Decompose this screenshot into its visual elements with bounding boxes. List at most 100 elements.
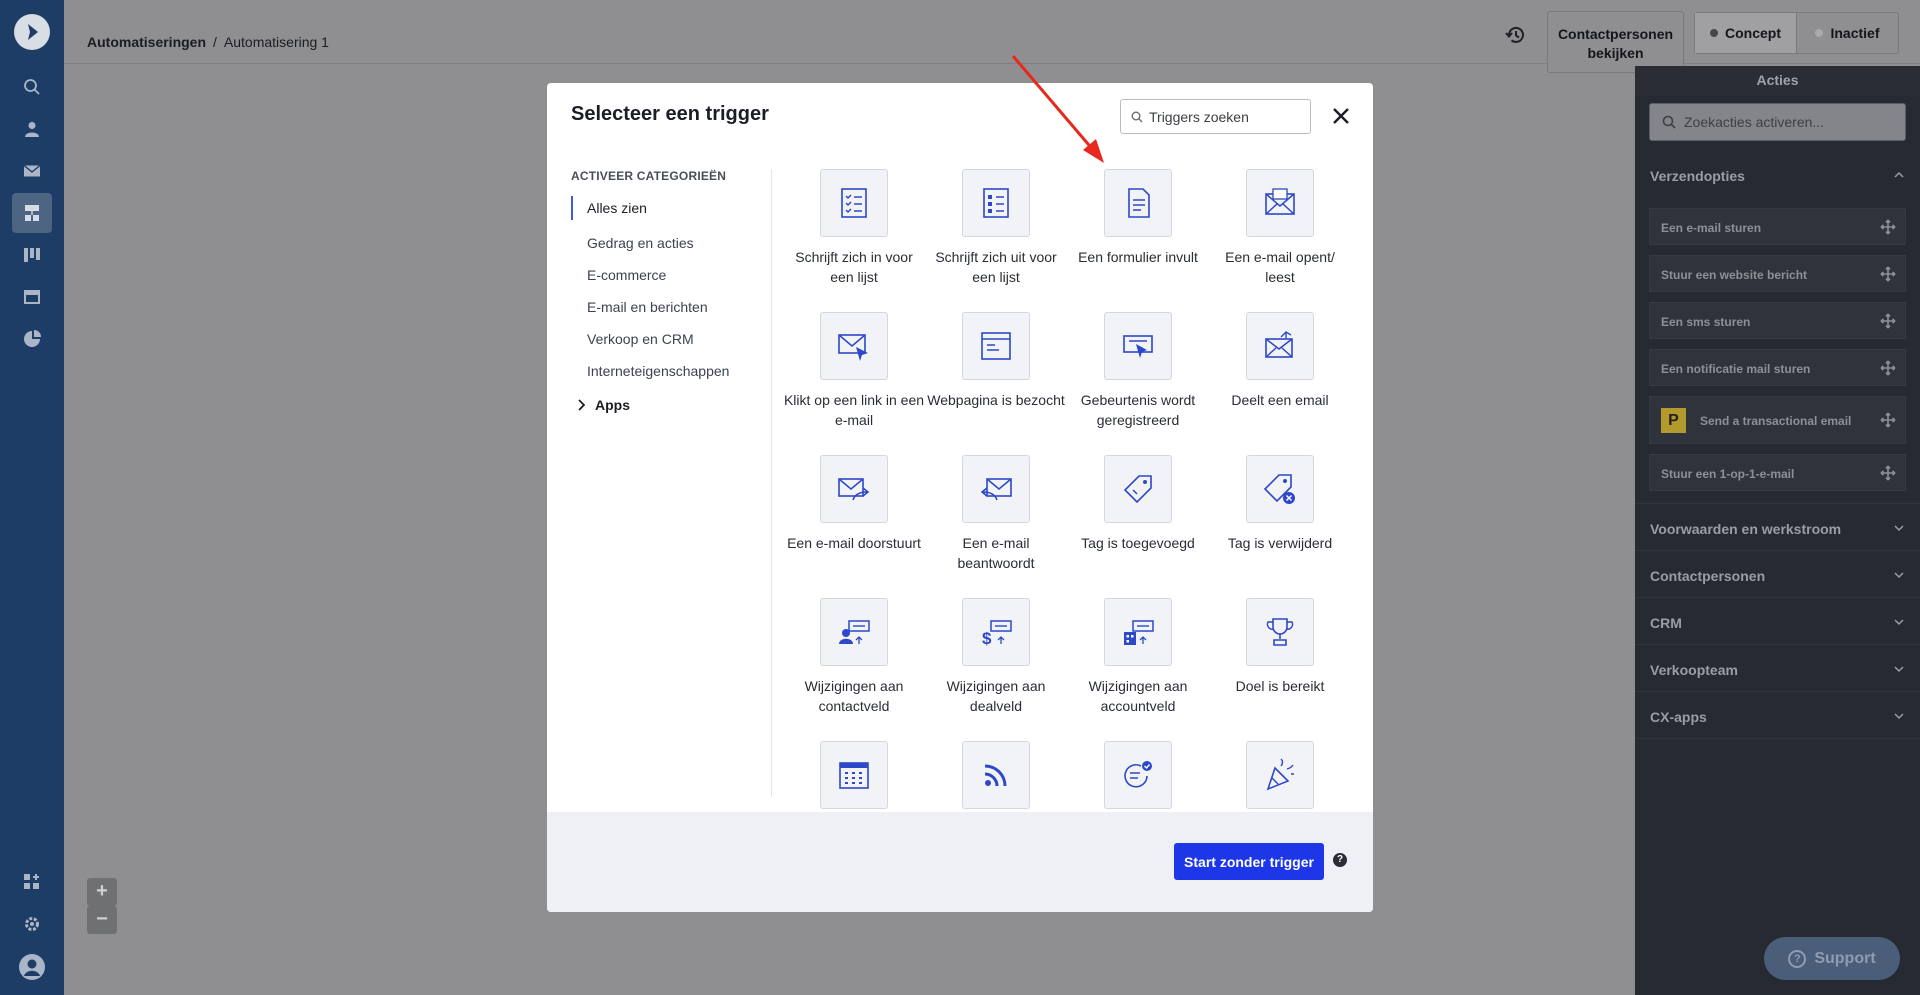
- message-check-icon: [1124, 761, 1152, 788]
- automations-icon[interactable]: [12, 193, 52, 233]
- chevron-down-icon: [1894, 572, 1904, 579]
- chevron-down-icon: [1894, 525, 1904, 532]
- close-icon[interactable]: [1329, 104, 1353, 128]
- trigger-label: Wijzigingen aan accountveld: [1088, 678, 1188, 714]
- contacts-icon[interactable]: [12, 109, 52, 149]
- trigger-tile[interactable]: Webpagina is bezocht: [925, 312, 1067, 410]
- gear-icon[interactable]: [12, 904, 52, 944]
- trigger-tile[interactable]: [783, 741, 925, 819]
- breadcrumb-root[interactable]: Automatiseringen: [87, 34, 206, 50]
- breadcrumb-current: Automatisering 1: [223, 34, 329, 50]
- svg-text:$: $: [982, 629, 992, 648]
- trigger-icon-box: [1246, 741, 1314, 809]
- send-options-list: Een e-mail sturen Stuur een website beri…: [1635, 208, 1920, 504]
- status-inactive[interactable]: Inactief: [1797, 13, 1898, 53]
- section-crm[interactable]: CRM: [1635, 598, 1920, 645]
- category-sales-crm[interactable]: Verkoop en CRM: [571, 324, 729, 356]
- status-concept[interactable]: Concept: [1695, 13, 1797, 53]
- move-icon[interactable]: [1880, 219, 1896, 235]
- action-item[interactable]: Stuur een 1-op-1-e-mail: [1649, 454, 1906, 491]
- category-behavior[interactable]: Gedrag en acties: [571, 228, 729, 260]
- trigger-icon-box: [1104, 169, 1172, 237]
- start-without-trigger-button[interactable]: Start zonder trigger: [1174, 843, 1324, 880]
- category-internet-properties[interactable]: Interneteigenschappen: [571, 356, 729, 388]
- history-icon[interactable]: [1505, 24, 1527, 46]
- trigger-tile[interactable]: Klikt op een link in een e-mail: [783, 312, 925, 430]
- email-open-icon: [1265, 188, 1295, 215]
- modal-title: Selecteer een trigger: [571, 103, 769, 125]
- trigger-tile[interactable]: Tag is verwijderd: [1209, 455, 1351, 553]
- trigger-icon-box: [1246, 455, 1314, 523]
- trigger-tile[interactable]: $ Wijzigingen aan dealveld: [925, 598, 1067, 716]
- pipelines-icon[interactable]: [12, 235, 52, 275]
- rss-icon: [984, 764, 1007, 787]
- zoom-in-button[interactable]: +: [87, 878, 117, 906]
- avatar[interactable]: [12, 947, 52, 987]
- move-icon[interactable]: [1880, 360, 1896, 376]
- chevron-right-icon: [578, 399, 585, 411]
- category-email-messages[interactable]: E-mail en berichten: [571, 292, 729, 324]
- section-cx-apps[interactable]: CX-apps: [1635, 692, 1920, 739]
- category-all[interactable]: Alles zien: [571, 196, 729, 220]
- trigger-tile[interactable]: Doel is bereikt: [1209, 598, 1351, 696]
- trigger-tile[interactable]: [1067, 741, 1209, 819]
- trigger-tile[interactable]: [925, 741, 1067, 819]
- action-item[interactable]: Stuur een website bericht: [1649, 255, 1906, 292]
- move-icon[interactable]: [1880, 313, 1896, 329]
- trigger-tile[interactable]: Schrijft zich in voor een lijst: [783, 169, 925, 287]
- trigger-tile[interactable]: Gebeurtenis wordt geregistreerd: [1067, 312, 1209, 430]
- trigger-icon-box: [820, 312, 888, 380]
- trigger-label: Schrijft zich uit voor een lijst: [935, 249, 1057, 285]
- action-item[interactable]: Een sms sturen: [1649, 302, 1906, 339]
- section-label: Contactpersonen: [1650, 568, 1766, 584]
- trigger-label: Doel is bereikt: [1235, 678, 1325, 694]
- chevron-up-icon: [1894, 171, 1904, 178]
- view-contacts-button[interactable]: Contactpersonen bekijken: [1547, 11, 1684, 73]
- logo-icon[interactable]: [14, 14, 50, 50]
- zoom-out-button[interactable]: −: [87, 906, 117, 934]
- section-send-options[interactable]: Verzendopties: [1635, 151, 1920, 198]
- reports-icon[interactable]: [12, 319, 52, 359]
- apps-category-toggle[interactable]: Apps: [577, 397, 630, 413]
- action-item[interactable]: P Send a transactional email: [1649, 396, 1906, 444]
- trigger-icon-box: [962, 455, 1030, 523]
- trigger-search-placeholder: Triggers zoeken: [1149, 108, 1249, 125]
- move-icon[interactable]: [1880, 465, 1896, 481]
- trigger-tile[interactable]: Een formulier invult: [1067, 169, 1209, 267]
- move-icon[interactable]: [1880, 266, 1896, 282]
- trigger-tile[interactable]: Schrijft zich uit voor een lijst: [925, 169, 1067, 287]
- help-icon[interactable]: ?: [1333, 853, 1347, 867]
- breadcrumb-separator: /: [213, 34, 217, 50]
- category-ecommerce[interactable]: E-commerce: [571, 260, 729, 292]
- section-sales-team[interactable]: Verkoopteam: [1635, 645, 1920, 692]
- email-icon[interactable]: [12, 151, 52, 191]
- trigger-tile[interactable]: Een e-mail doorstuurt: [783, 455, 925, 553]
- support-button[interactable]: ? Support: [1764, 937, 1900, 980]
- trigger-tile[interactable]: Wijzigingen aan accountveld: [1067, 598, 1209, 716]
- trigger-tile[interactable]: Een e-mail opent/ leest: [1209, 169, 1351, 287]
- trigger-tile[interactable]: Een e-mail beantwoordt: [925, 455, 1067, 573]
- search-icon[interactable]: [12, 67, 52, 107]
- trigger-tile[interactable]: Tag is toegevoegd: [1067, 455, 1209, 553]
- apps-icon[interactable]: [12, 862, 52, 902]
- email-reply-icon: [980, 478, 1012, 501]
- actions-search-input[interactable]: Zoekacties activeren...: [1649, 103, 1906, 141]
- action-item-label: Send a transactional email: [1700, 414, 1852, 428]
- section-contacts[interactable]: Contactpersonen: [1635, 551, 1920, 598]
- section-conditions-workflow[interactable]: Voorwaarden en werkstroom: [1635, 504, 1920, 551]
- trigger-icon-box: [962, 169, 1030, 237]
- chevron-down-icon: [1894, 666, 1904, 673]
- action-item[interactable]: Een e-mail sturen: [1649, 208, 1906, 245]
- trigger-grid: Schrijft zich in voor een lijst Schrijft…: [783, 169, 1353, 809]
- email-click-icon: [838, 334, 868, 361]
- trigger-icon-box: [820, 741, 888, 809]
- trigger-icon-box: [1246, 169, 1314, 237]
- move-icon[interactable]: [1880, 412, 1896, 428]
- trigger-tile[interactable]: [1209, 741, 1351, 819]
- website-icon[interactable]: [12, 277, 52, 317]
- trigger-tile[interactable]: Wijzigingen aan contactveld: [783, 598, 925, 716]
- trigger-search-input[interactable]: Triggers zoeken: [1120, 99, 1311, 134]
- contact-field-icon: [839, 620, 870, 644]
- action-item[interactable]: Een notificatie mail sturen: [1649, 349, 1906, 386]
- trigger-tile[interactable]: Deelt een email: [1209, 312, 1351, 410]
